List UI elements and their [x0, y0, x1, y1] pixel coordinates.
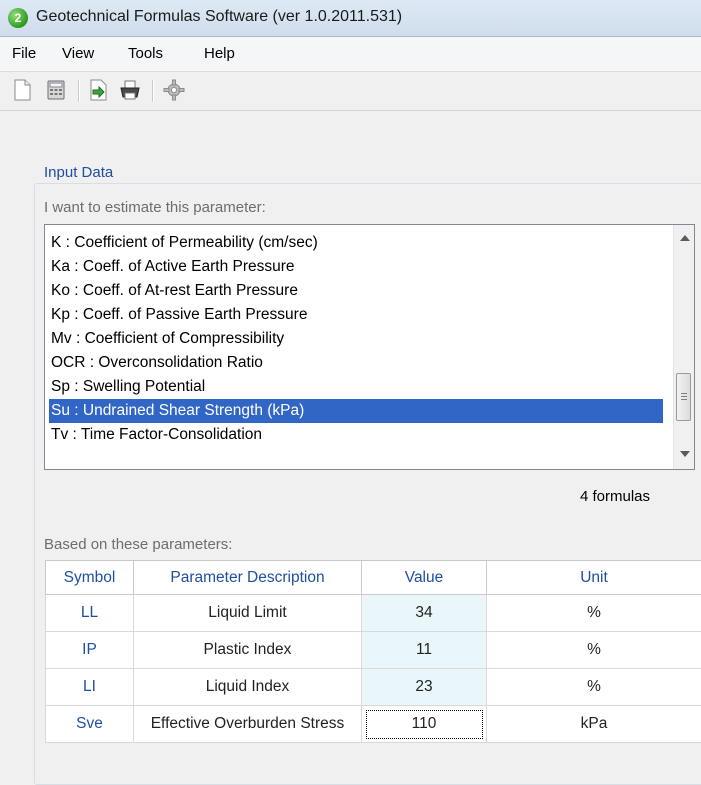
list-item[interactable]: Kp : Coeff. of Passive Earth Pressure	[49, 303, 663, 327]
description-cell: Plastic Index	[134, 632, 362, 669]
print-icon[interactable]	[118, 78, 142, 102]
symbol-cell: IP	[46, 632, 134, 669]
menu-view[interactable]: View	[62, 45, 94, 62]
parameters-table: Symbol Parameter Description Value Unit …	[45, 560, 701, 743]
list-scrollbar[interactable]	[673, 225, 694, 469]
list-item[interactable]: Ko : Coeff. of At-rest Earth Pressure	[49, 279, 663, 303]
parameter-listbox[interactable]: K : Coefficient of Permeability (cm/sec)…	[44, 224, 695, 470]
list-item[interactable]: OCR : Overconsolidation Ratio	[49, 351, 663, 375]
list-item[interactable]: Sp : Swelling Potential	[49, 375, 663, 399]
description-cell: Liquid Limit	[134, 595, 362, 632]
based-on-label: Based on these parameters:	[44, 536, 232, 553]
estimate-prompt: I want to estimate this parameter:	[44, 199, 266, 216]
toolbar	[0, 72, 701, 111]
description-cell: Liquid Index	[134, 669, 362, 706]
value-cell[interactable]: 11	[362, 632, 487, 669]
calculator-icon[interactable]	[44, 78, 68, 102]
value-cell-focused[interactable]: 110	[362, 706, 487, 743]
input-data-title: Input Data	[41, 164, 116, 181]
column-header-unit[interactable]: Unit	[487, 561, 701, 595]
new-document-icon[interactable]	[10, 78, 34, 102]
thumb-grip	[681, 396, 687, 397]
menu-help[interactable]: Help	[204, 45, 235, 62]
menu-bar: File View Tools Help	[0, 37, 701, 72]
title-bar: 2 Geotechnical Formulas Software (ver 1.…	[0, 0, 701, 37]
list-item[interactable]: Mv : Coefficient of Compressibility	[49, 327, 663, 351]
list-item[interactable]: K : Coefficient of Permeability (cm/sec)	[49, 231, 663, 255]
menu-file[interactable]: File	[12, 45, 36, 62]
table-row: IP Plastic Index 11 %	[46, 632, 701, 669]
table-row: LL Liquid Limit 34 %	[46, 595, 701, 632]
column-header-symbol[interactable]: Symbol	[46, 561, 134, 595]
table-row: LI Liquid Index 23 %	[46, 669, 701, 706]
scroll-thumb[interactable]	[676, 373, 691, 421]
value-cell[interactable]: 34	[362, 595, 487, 632]
unit-cell: %	[487, 595, 701, 632]
window-title: Geotechnical Formulas Software (ver 1.0.…	[36, 8, 402, 26]
menu-tools[interactable]: Tools	[128, 45, 163, 62]
thumb-grip	[681, 393, 687, 394]
column-header-description[interactable]: Parameter Description	[134, 561, 362, 595]
export-icon[interactable]	[86, 78, 110, 102]
thumb-grip	[681, 399, 687, 400]
unit-cell: kPa	[487, 706, 701, 743]
table-header-row: Symbol Parameter Description Value Unit	[46, 561, 701, 595]
formula-count: 4 formulas	[580, 488, 650, 505]
symbol-cell: LI	[46, 669, 134, 706]
toolbar-separator	[152, 80, 154, 102]
column-header-value[interactable]: Value	[362, 561, 487, 595]
toolbar-separator	[78, 80, 80, 102]
scroll-up-arrow-icon[interactable]	[680, 235, 690, 241]
settings-gear-icon[interactable]	[162, 78, 186, 102]
list-item[interactable]: Tv : Time Factor-Consolidation	[49, 423, 663, 447]
list-item-selected[interactable]: Su : Undrained Shear Strength (kPa)	[49, 399, 663, 423]
app-logo-icon: 2	[8, 8, 28, 28]
scroll-down-arrow-icon[interactable]	[680, 451, 690, 457]
unit-cell: %	[487, 632, 701, 669]
symbol-cell: LL	[46, 595, 134, 632]
unit-cell: %	[487, 669, 701, 706]
symbol-cell: Sve	[46, 706, 134, 743]
value-cell[interactable]: 23	[362, 669, 487, 706]
table-row: Sve Effective Overburden Stress 110 kPa	[46, 706, 701, 743]
list-item[interactable]: Ka : Coeff. of Active Earth Pressure	[49, 255, 663, 279]
description-cell: Effective Overburden Stress	[134, 706, 362, 743]
